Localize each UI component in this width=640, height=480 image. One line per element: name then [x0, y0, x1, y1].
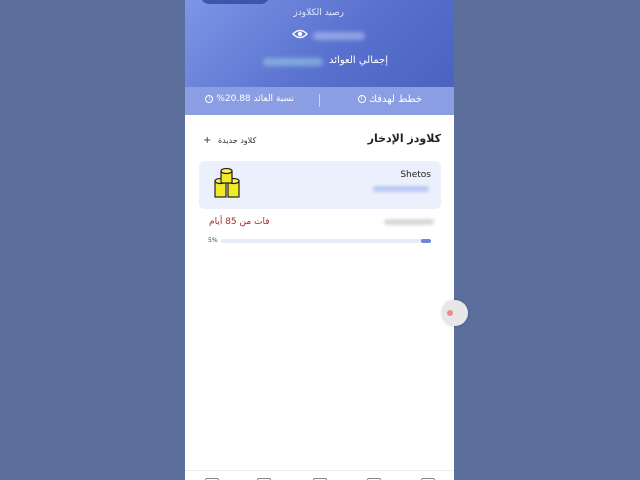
header-tab[interactable]	[201, 0, 269, 4]
bottom-navigation	[185, 470, 454, 480]
return-rate[interactable]: نسبة العائد 20.88% i	[202, 94, 294, 104]
missed-days-text: فات من 85 أيام	[209, 217, 270, 227]
progress-fill	[420, 239, 431, 243]
plan-goal-button[interactable]: خطط لهدفك i	[355, 94, 422, 105]
coin-stack-icon	[214, 167, 240, 198]
notification-dot-icon	[447, 310, 453, 316]
earnings-value-hidden	[263, 58, 323, 66]
return-rate-label: نسبة العائد 20.88%	[216, 94, 294, 104]
info-icon: i	[357, 95, 366, 103]
new-cloud-button[interactable]: كلاود جديدة +	[203, 135, 256, 146]
plan-goal-label: خطط لهدفك	[368, 94, 422, 105]
section-title: كلاودز الإدخار	[367, 132, 441, 145]
new-cloud-label: كلاود جديدة	[217, 136, 257, 145]
card-value-hidden	[373, 186, 429, 192]
balance-label: رصيد الكلاودز	[293, 8, 344, 18]
earnings-label: إجمالي العوائد	[329, 55, 388, 66]
progress-label: 5%	[208, 237, 218, 244]
balance-value-hidden	[313, 32, 365, 40]
stats-divider	[319, 94, 320, 107]
balance-header: رصيد الكلاودز إجمالي العوائد	[185, 0, 454, 87]
amount-hidden	[384, 219, 434, 225]
card-name: Shetos	[400, 170, 431, 180]
floating-action-button[interactable]	[442, 300, 468, 326]
plus-icon: +	[203, 135, 212, 146]
progress-track	[221, 239, 431, 243]
phone-screen: رصيد الكلاودز إجمالي العوائد خطط لهدفك i…	[185, 0, 454, 480]
eye-icon[interactable]	[292, 28, 308, 40]
info-icon: i	[205, 94, 214, 103]
savings-cloud-card[interactable]: Shetos	[199, 161, 441, 209]
